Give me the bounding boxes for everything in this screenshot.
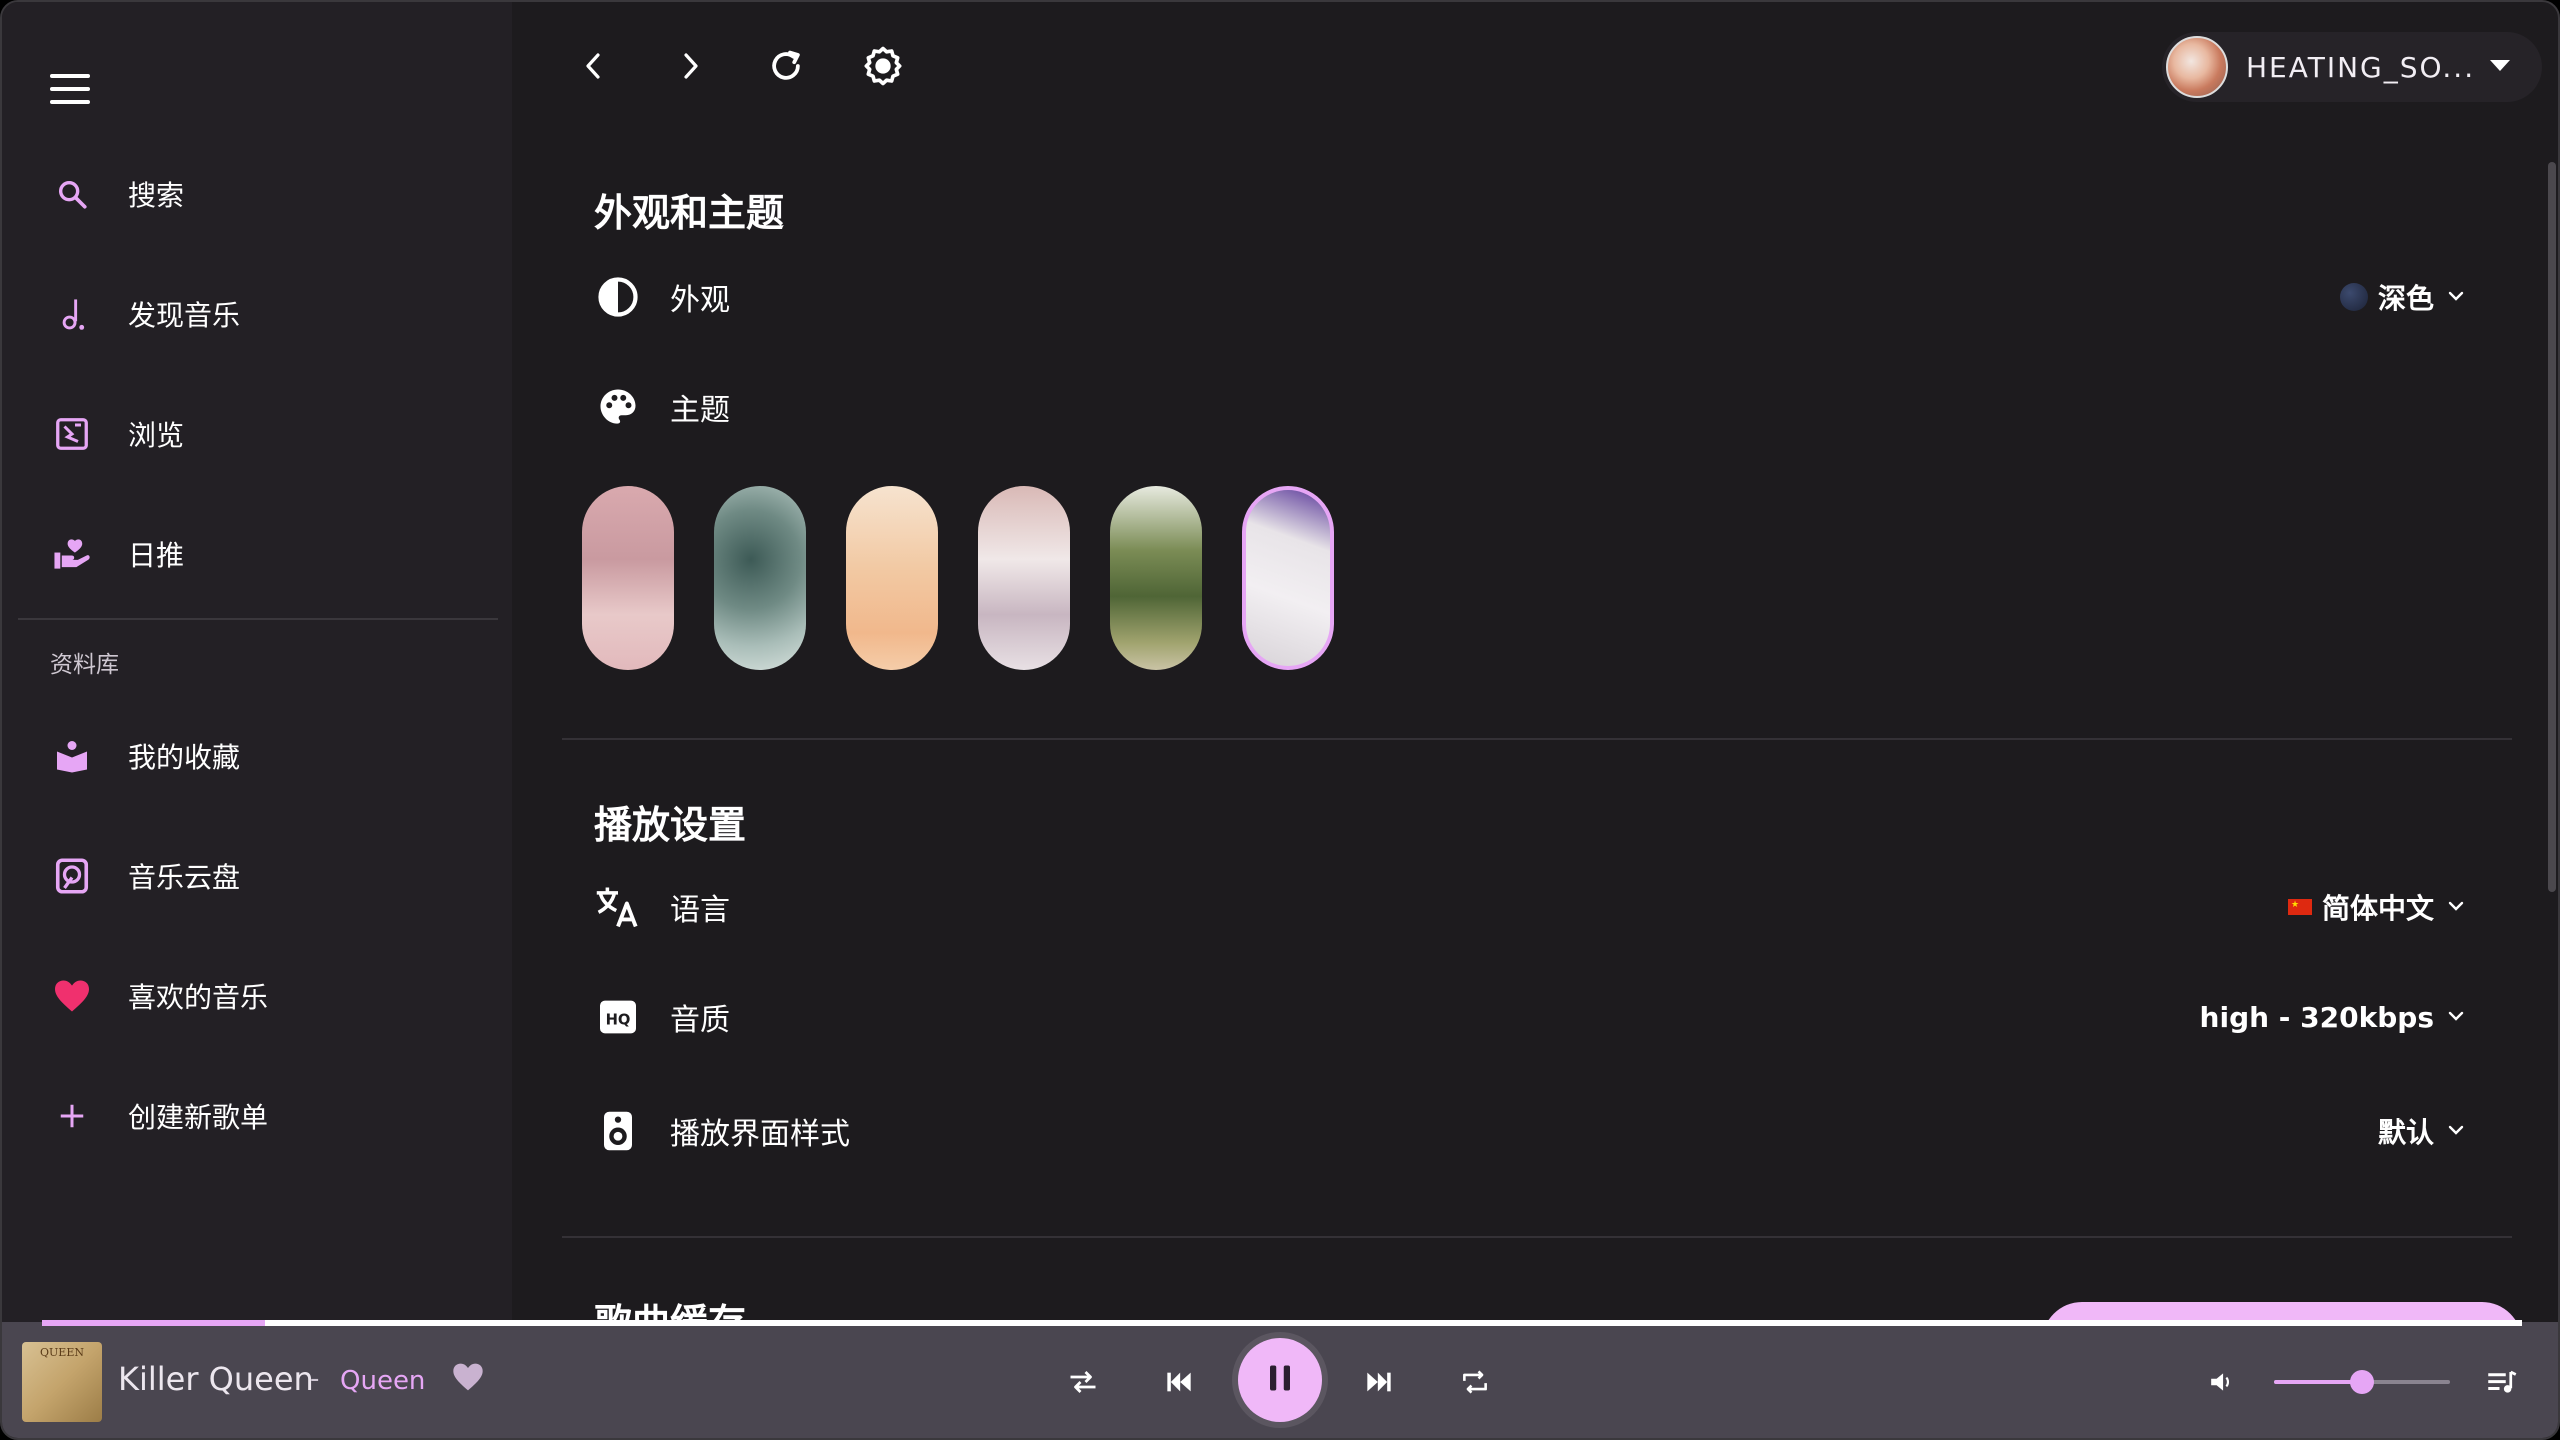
- progress-fill: [42, 1320, 265, 1326]
- hamburger-menu-icon[interactable]: [50, 74, 90, 104]
- sidebar-item-label: 音乐云盘: [128, 861, 241, 894]
- album-cover-text: QUEEN: [40, 1346, 84, 1359]
- next-track-icon[interactable]: [1355, 1358, 1403, 1406]
- playlist-queue-icon[interactable]: [2478, 1358, 2526, 1406]
- hq-icon: HQ: [594, 993, 642, 1041]
- chevron-down-icon: [2448, 285, 2464, 306]
- theme-swatches: [582, 486, 1334, 670]
- app-window: 搜索 发现音乐 浏览 日推 资料库 我的收藏 音乐云盘 喜欢的音乐 创建新歌单 …: [0, 0, 2560, 1440]
- appearance-value: 深色: [2377, 282, 2434, 315]
- china-flag-icon: ★: [2287, 899, 2312, 915]
- plus-icon: [50, 1094, 94, 1138]
- sidebar-divider: [18, 618, 498, 620]
- theme-swatch-2[interactable]: [714, 486, 806, 670]
- content-scrollbar[interactable]: [2548, 162, 2556, 892]
- settings-icon[interactable]: [859, 42, 907, 90]
- sidebar-item-label: 喜欢的音乐: [128, 981, 269, 1014]
- sidebar-item-liked[interactable]: 喜欢的音乐: [50, 966, 490, 1026]
- theme-swatch-4[interactable]: [978, 486, 1070, 670]
- player-style-value: 默认: [2377, 1116, 2434, 1149]
- svg-text:HQ: HQ: [606, 1011, 631, 1028]
- chevron-down-icon: [2448, 1005, 2464, 1026]
- speaker-icon: [594, 1107, 642, 1155]
- language-label: 语言: [670, 893, 730, 928]
- music-note-icon: [50, 292, 94, 336]
- avatar: [2166, 36, 2228, 98]
- title-artist-separator: -: [310, 1364, 320, 1394]
- sidebar-item-browse[interactable]: 浏览: [50, 404, 490, 464]
- album-cover[interactable]: QUEEN: [22, 1342, 102, 1422]
- theme-swatch-1[interactable]: [582, 486, 674, 670]
- sidebar-item-daily[interactable]: 日推: [50, 524, 490, 584]
- sidebar-item-label: 浏览: [128, 419, 185, 452]
- chevron-down-icon: [2448, 1119, 2464, 1140]
- previous-track-icon[interactable]: [1155, 1358, 1203, 1406]
- volume-fill: [2274, 1380, 2362, 1384]
- sidebar-item-label: 日推: [128, 539, 185, 572]
- back-icon[interactable]: [570, 42, 618, 90]
- theme-label: 主题: [670, 393, 730, 428]
- shuffle-icon[interactable]: [1059, 1358, 1107, 1406]
- quality-dropdown[interactable]: high - 320kbps: [2200, 1001, 2464, 1034]
- user-menu[interactable]: HEATING_SO...: [2162, 32, 2542, 102]
- refresh-icon[interactable]: [762, 42, 810, 90]
- song-title[interactable]: Killer Queen: [118, 1360, 314, 1398]
- sidebar-item-collection[interactable]: 我的收藏: [50, 726, 490, 786]
- appearance-dropdown[interactable]: 深色: [2339, 277, 2464, 317]
- theme-row: 主题: [594, 372, 2464, 442]
- chevron-down-icon: [2448, 895, 2464, 916]
- language-dropdown[interactable]: ★ 简体中文: [2287, 887, 2464, 927]
- sidebar-item-label: 搜索: [128, 179, 185, 212]
- user-name: HEATING_SO...: [2246, 50, 2476, 84]
- section-divider: [562, 1236, 2512, 1238]
- progress-track[interactable]: [42, 1320, 2522, 1326]
- appearance-section-title: 外观和主题: [594, 191, 785, 235]
- language-row: 语言 ★ 简体中文: [594, 872, 2464, 942]
- pause-icon: [1267, 1363, 1293, 1397]
- forward-icon[interactable]: [666, 42, 714, 90]
- repeat-icon[interactable]: [1451, 1358, 1499, 1406]
- dark-mode-icon: [2339, 283, 2368, 311]
- quality-value: high - 320kbps: [2199, 1000, 2434, 1034]
- collection-icon: [50, 734, 94, 778]
- theme-swatch-6-selected[interactable]: [1242, 486, 1334, 670]
- pause-button[interactable]: [1238, 1338, 1322, 1422]
- quality-row: HQ 音质 high - 320kbps: [594, 982, 2464, 1052]
- sidebar: 搜索 发现音乐 浏览 日推 资料库 我的收藏 音乐云盘 喜欢的音乐 创建新歌单: [2, 2, 512, 1322]
- search-icon: [50, 172, 94, 216]
- sidebar-item-create-playlist[interactable]: 创建新歌单: [50, 1086, 490, 1146]
- sidebar-item-cloud[interactable]: 音乐云盘: [50, 846, 490, 906]
- language-value: 简体中文: [2321, 892, 2434, 925]
- cloud-drive-icon: [50, 854, 94, 898]
- appearance-label: 外观: [670, 283, 730, 318]
- player-style-dropdown[interactable]: 默认: [2378, 1111, 2464, 1151]
- daily-recommend-icon: [50, 532, 94, 576]
- heart-icon: [50, 974, 94, 1018]
- artist-link[interactable]: Queen: [340, 1366, 425, 1396]
- player-style-label: 播放界面样式: [670, 1117, 850, 1152]
- playback-section-title: 播放设置: [594, 803, 747, 847]
- sidebar-item-discover[interactable]: 发现音乐: [50, 284, 490, 344]
- translate-icon: [594, 883, 642, 931]
- like-heart-icon[interactable]: [452, 1362, 484, 1396]
- theme-swatch-3[interactable]: [846, 486, 938, 670]
- palette-icon: [594, 383, 642, 431]
- player-style-row: 播放界面样式 默认: [594, 1096, 2464, 1166]
- quality-label: 音质: [670, 1003, 730, 1038]
- library-title: 资料库: [50, 652, 119, 678]
- sidebar-item-label: 我的收藏: [128, 741, 241, 774]
- volume-icon[interactable]: [2198, 1358, 2246, 1406]
- sidebar-item-label: 创建新歌单: [128, 1101, 269, 1134]
- sidebar-item-label: 发现音乐: [128, 299, 241, 332]
- contrast-icon: [594, 273, 642, 321]
- sidebar-item-search[interactable]: 搜索: [50, 164, 490, 224]
- caret-down-icon: [2489, 58, 2511, 77]
- browse-icon: [50, 412, 94, 456]
- appearance-row: 外观 深色: [594, 262, 2464, 332]
- section-divider: [562, 738, 2512, 740]
- theme-swatch-5[interactable]: [1110, 486, 1202, 670]
- volume-knob[interactable]: [2350, 1370, 2374, 1394]
